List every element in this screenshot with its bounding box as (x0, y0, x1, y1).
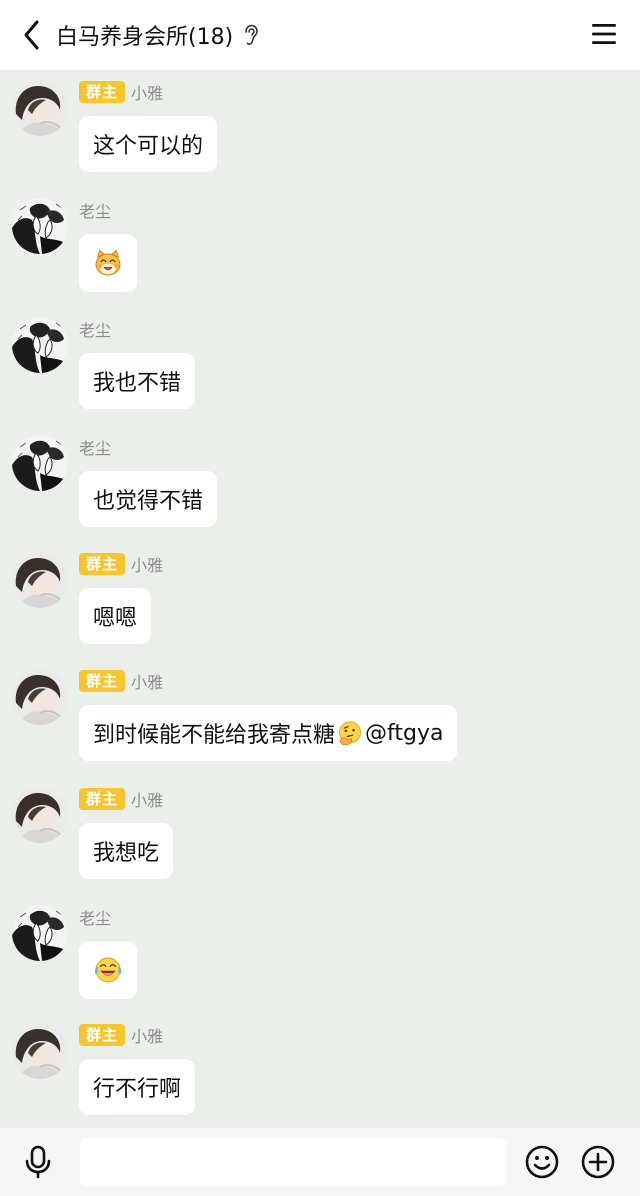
smiley-face-icon (525, 1145, 559, 1179)
chat-header: 白马养身会所(18) (0, 0, 640, 70)
group-owner-badge: 群主 (79, 553, 126, 575)
message-meta: 老尘 (79, 198, 111, 222)
ear-icon[interactable] (241, 23, 261, 47)
group-owner-badge: 群主 (79, 670, 126, 692)
microphone-icon (25, 1145, 51, 1179)
more-actions-button[interactable] (580, 1144, 616, 1180)
sender-avatar[interactable] (12, 669, 68, 725)
sender-avatar[interactable] (12, 552, 68, 608)
message-meta: 群主 小雅 (79, 669, 163, 693)
message-meta: 群主 小雅 (79, 552, 163, 576)
sender-name[interactable]: 老尘 (79, 317, 111, 341)
sender-avatar[interactable] (12, 80, 68, 136)
voice-input-button[interactable] (20, 1144, 56, 1180)
message-bubble[interactable]: 也觉得不错 (79, 471, 218, 527)
sender-avatar[interactable] (12, 435, 68, 491)
message-meta: 老尘 (79, 435, 111, 459)
sender-avatar[interactable] (12, 317, 68, 373)
sender-name[interactable]: 老尘 (79, 198, 111, 222)
group-owner-badge: 群主 (79, 81, 126, 103)
message-bubble[interactable]: 行不行啊 (79, 1059, 196, 1115)
thinking-face-emoji (336, 719, 364, 747)
group-owner-badge: 群主 (79, 1024, 126, 1046)
sender-name[interactable]: 小雅 (131, 552, 163, 576)
message-input[interactable] (80, 1138, 506, 1186)
hamburger-menu-icon (592, 24, 616, 44)
sender-name[interactable]: 小雅 (131, 669, 163, 693)
sender-avatar[interactable] (12, 787, 68, 843)
message-meta: 老尘 (79, 317, 111, 341)
plus-circle-icon (581, 1145, 615, 1179)
message-meta: 群主 小雅 (79, 1023, 163, 1047)
tears-of-joy-emoji (93, 955, 123, 985)
message-bubble[interactable]: 我想吃 (79, 823, 174, 879)
mention-link[interactable]: @ftgya (365, 721, 443, 746)
sender-name[interactable]: 老尘 (79, 905, 111, 929)
message-bubble[interactable] (79, 234, 137, 292)
group-title[interactable]: 白马养身会所(18) (56, 19, 233, 51)
sender-avatar[interactable] (12, 905, 68, 961)
smiling-cat-emoji (93, 248, 123, 278)
message-bubble[interactable] (79, 941, 137, 999)
message-bubble[interactable]: 这个可以的 (79, 116, 218, 172)
message-text: 到时候能不能给我寄点糖 (93, 723, 336, 748)
message-bubble[interactable]: 我也不错 (79, 353, 196, 409)
message-bubble[interactable]: 到时候能不能给我寄点糖 @ftgya (79, 705, 458, 761)
message-bubble[interactable]: 嗯嗯 (79, 588, 152, 644)
menu-button[interactable] (586, 16, 622, 52)
message-composer (0, 1128, 640, 1196)
sender-avatar[interactable] (12, 198, 68, 254)
sender-name[interactable]: 小雅 (131, 80, 163, 104)
message-meta: 老尘 (79, 905, 111, 929)
sender-name[interactable]: 小雅 (131, 787, 163, 811)
message-meta: 群主 小雅 (79, 80, 163, 104)
message-meta: 群主 小雅 (79, 787, 163, 811)
chevron-left-icon (24, 20, 39, 50)
chat-message-list[interactable]: 群主 小雅 这个可以的 老尘 老尘 我也不错 老尘 也觉得不错 群主 小雅 嗯嗯… (0, 70, 640, 1128)
sender-avatar[interactable] (12, 1023, 68, 1079)
group-owner-badge: 群主 (79, 788, 126, 810)
sender-name[interactable]: 小雅 (131, 1023, 163, 1047)
emoji-button[interactable] (524, 1144, 560, 1180)
back-button[interactable] (10, 13, 54, 57)
sender-name[interactable]: 老尘 (79, 435, 111, 459)
